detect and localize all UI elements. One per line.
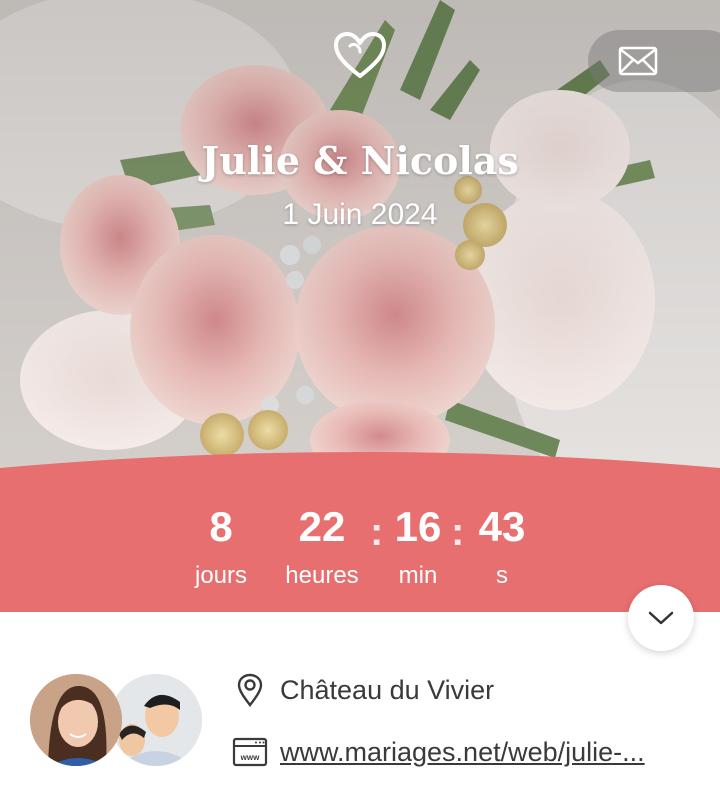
countdown-separator: : [451,510,465,554]
location-text: Château du Vivier [280,674,495,705]
couple-names: Julie & Nicolas [201,138,519,183]
countdown-hours-value: 22 [298,503,346,550]
countdown-seconds-value: 43 [478,503,526,550]
countdown-seconds: 43 s [474,505,530,591]
hero-banner: Julie & Nicolas 1 Juin 2024 [0,0,720,470]
chevron-down-icon [648,611,674,625]
countdown-minutes-value: 16 [394,503,442,550]
wedding-date: 1 Juin 2024 [282,198,438,231]
web-icon: www [232,734,268,770]
countdown-seconds-label: s [496,562,508,589]
avatar-julie [30,674,122,766]
map-pin-icon [232,672,268,708]
scroll-down-button[interactable] [628,585,694,651]
avatar-nicolas [110,674,202,766]
contact-button[interactable] [588,30,720,92]
countdown-minutes-label: min [398,562,438,589]
mail-icon [618,46,658,76]
countdown-hours-label: heures [285,562,359,589]
countdown-days-value: 8 [209,503,233,550]
location-row: Château du Vivier [232,672,494,708]
countdown-minutes: 16 min [390,505,446,591]
countdown-days: 8 jours [190,505,252,591]
countdown-separator: : [370,510,384,554]
heart-icon [334,32,386,78]
countdown-days-label: jours [194,562,248,589]
website-link[interactable]: www.mariages.net/web/julie-... [280,737,645,768]
countdown-hours: 22 heures [280,505,364,591]
svg-text:www: www [240,753,260,762]
website-row[interactable]: www www.mariages.net/web/julie-... [232,734,645,770]
